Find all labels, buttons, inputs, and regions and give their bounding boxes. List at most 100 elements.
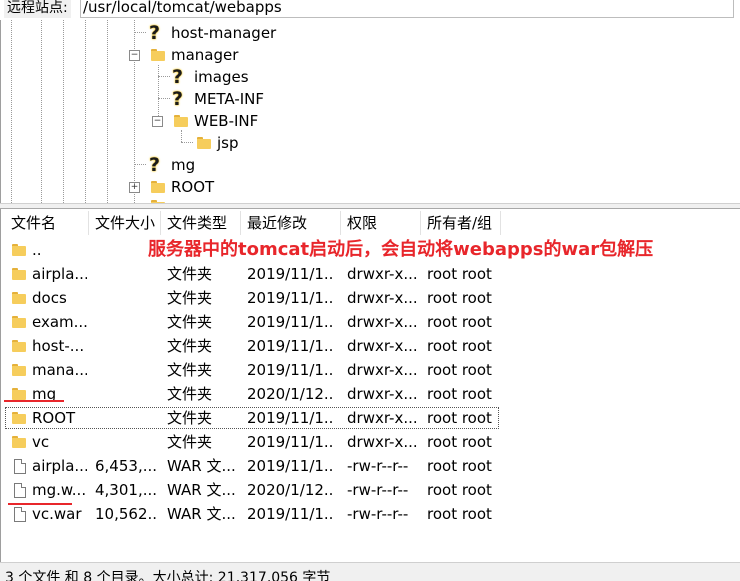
- tree-guide-line: [158, 76, 170, 77]
- cell-type: WAR 文...: [167, 481, 236, 499]
- cell-size: [95, 286, 157, 310]
- cell-owner: root root: [427, 361, 492, 379]
- cell-modified: 2019/11/1...: [247, 409, 335, 427]
- cell-perms: drwxr-x...: [347, 433, 417, 451]
- collapse-icon[interactable]: −: [129, 50, 140, 61]
- column-header-owner[interactable]: 所有者/组: [421, 211, 501, 235]
- expand-icon[interactable]: +: [129, 182, 140, 193]
- tree-guide-line: [134, 32, 146, 33]
- column-header-filesize[interactable]: 文件大小: [89, 211, 161, 235]
- cell-name: mg.w...: [32, 481, 87, 499]
- file-row[interactable]: exam... 文件夹 2019/11/1... drwxr-x... root roo…: [1, 310, 740, 334]
- file-row[interactable]: mg 文件夹 2020/1/12... drwxr-x... root root: [1, 382, 740, 406]
- annotation-underline: [8, 503, 72, 505]
- tree-guide-line: [181, 142, 193, 143]
- tree-item-label: manager: [171, 46, 239, 64]
- cell-modified: 2019/11/1...: [247, 289, 335, 307]
- cell-owner: root root: [427, 457, 492, 475]
- cell-size: 6,453,...: [95, 457, 157, 475]
- file-row[interactable]: mg.w... 4,301,... WAR 文... 2020/1/12... -rw-…: [1, 478, 740, 502]
- tree-guide-line: [41, 20, 42, 203]
- cell-size: [95, 430, 157, 454]
- file-row[interactable]: vc.war 10,562... WAR 文... 2019/11/1... -rw-r…: [1, 502, 740, 526]
- tree-item-mg[interactable]: ? mg: [149, 154, 349, 176]
- remote-site-label: 远程站点:: [4, 0, 71, 18]
- cell-perms: drwxr-x...: [347, 361, 417, 379]
- remote-path-input[interactable]: /usr/local/tomcat/webapps: [80, 0, 734, 18]
- question-folder-icon: ?: [149, 154, 161, 176]
- folder-icon: [12, 436, 26, 448]
- cell-name: vc.war: [32, 505, 82, 523]
- remote-site-bar: 远程站点: /usr/local/tomcat/webapps: [0, 0, 740, 20]
- column-header-modified[interactable]: 最近修改: [241, 211, 341, 235]
- cell-owner: root root: [427, 265, 492, 283]
- cell-type: WAR 文...: [167, 505, 236, 523]
- file-row[interactable]: host-... 文件夹 2019/11/1... drwxr-x... root ro…: [1, 334, 740, 358]
- tree-guide-line: [107, 20, 108, 203]
- cell-modified: 2020/1/12...: [247, 385, 335, 403]
- file-row[interactable]: ROOT 文件夹 2019/11/1... drwxr-x... root root: [1, 406, 740, 430]
- folder-icon: [12, 340, 26, 352]
- cell-owner: root root: [427, 481, 492, 499]
- tree-guide-line: [158, 65, 159, 120]
- tree-guide-line: [158, 98, 170, 99]
- cell-owner: root root: [427, 433, 492, 451]
- tree-item-label: WEB-INF: [194, 112, 259, 130]
- tree-guide-line: [63, 20, 64, 203]
- cell-size: 10,562...: [95, 505, 157, 523]
- collapse-icon[interactable]: −: [152, 116, 163, 127]
- cell-name: host-...: [32, 337, 85, 355]
- tree-item-label: META-INF: [194, 90, 265, 108]
- column-header-permissions[interactable]: 权限: [341, 211, 421, 235]
- tree-item-jsp[interactable]: jsp: [195, 132, 395, 154]
- cell-size: [95, 334, 157, 358]
- cell-modified: 2019/11/1...: [247, 433, 335, 451]
- file-row[interactable]: vc 文件夹 2019/11/1... drwxr-x... root root: [1, 430, 740, 454]
- cell-perms: drwxr-x...: [347, 337, 417, 355]
- cell-size: [95, 406, 157, 430]
- file-row[interactable]: airpla... 6,453,... WAR 文... 2019/11/1... -r…: [1, 454, 740, 478]
- tree-guide-line: [85, 20, 86, 203]
- tree-guide-line: [134, 164, 146, 165]
- tree-item-label: images: [194, 68, 249, 86]
- cell-modified: 2020/1/12...: [247, 481, 335, 499]
- folder-icon: [12, 388, 26, 400]
- tree-item-label: mg: [171, 156, 196, 174]
- file-row[interactable]: airpla... 文件夹 2019/11/1... drwxr-x... root r…: [1, 262, 740, 286]
- folder-icon: [174, 115, 188, 127]
- cell-modified: 2019/11/1...: [247, 505, 335, 523]
- cell-perms: drwxr-x...: [347, 265, 417, 283]
- cell-modified: 2019/11/1...: [247, 457, 335, 475]
- cell-name: mana...: [32, 361, 87, 379]
- cell-name: ..: [32, 241, 42, 259]
- tree-item-meta-inf[interactable]: ? META-INF: [172, 88, 372, 110]
- remote-directory-tree: ? host-manager − manager ? images ? META…: [0, 20, 740, 203]
- status-bar: 3 个文件 和 8 个目录。大小总计: 21,317,056 字节: [0, 562, 740, 581]
- cell-owner: root root: [427, 505, 492, 523]
- column-header-filename[interactable]: 文件名: [5, 211, 89, 235]
- question-folder-icon: ?: [149, 22, 161, 44]
- cell-type: 文件夹: [167, 385, 213, 403]
- cell-owner: root root: [427, 385, 492, 403]
- column-header-filetype[interactable]: 文件类型: [161, 211, 241, 235]
- tree-item-web-inf[interactable]: WEB-INF: [172, 110, 372, 132]
- cell-name: airpla...: [32, 457, 87, 475]
- annotation-underline: [4, 400, 64, 402]
- tree-item-images[interactable]: ? images: [172, 66, 372, 88]
- cell-owner: root root: [427, 313, 492, 331]
- tree-item-manager[interactable]: manager: [149, 44, 349, 66]
- tree-guide-line: [134, 20, 135, 203]
- cell-name: vc: [32, 433, 50, 451]
- cell-perms: -rw-r--r--: [347, 457, 409, 475]
- question-folder-icon: ?: [172, 88, 184, 110]
- folder-icon: [12, 292, 26, 304]
- tree-item-root[interactable]: ROOT: [149, 176, 349, 198]
- tree-item-host-manager[interactable]: ? host-manager: [149, 22, 349, 44]
- annotation-text: 服务器中的tomcat启动后，会自动将webapps的war包解压: [148, 239, 654, 260]
- tree-item-label: host-manager: [171, 24, 277, 42]
- file-row[interactable]: mana... 文件夹 2019/11/1... drwxr-x... root roo…: [1, 358, 740, 382]
- cell-name: exam...: [32, 313, 87, 331]
- cell-type: WAR 文...: [167, 457, 236, 475]
- cell-type: 文件夹: [167, 289, 213, 307]
- file-row[interactable]: docs 文件夹 2019/11/1... drwxr-x... root root: [1, 286, 740, 310]
